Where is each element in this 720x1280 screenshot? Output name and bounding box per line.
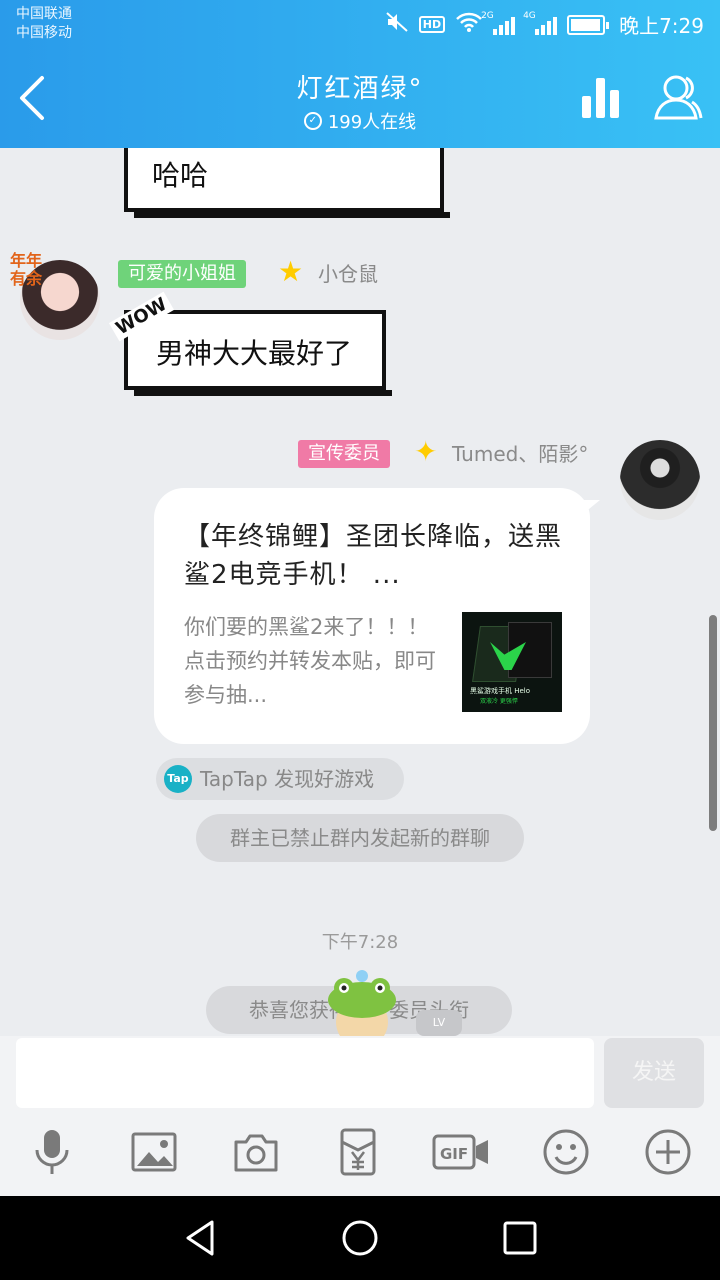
nav-back-button[interactable] <box>182 1218 222 1258</box>
system-nav-bar <box>0 1196 720 1280</box>
message-bubble-1[interactable]: 男神大大最好了 <box>124 310 392 396</box>
gif-button[interactable]: GIF <box>432 1128 490 1176</box>
nav-recents-button[interactable] <box>500 1218 540 1258</box>
status-icons: HD 2G 4G 晚上7:29 <box>385 10 704 39</box>
star-icon-2: ✦ <box>414 435 438 468</box>
scrollbar[interactable] <box>709 615 717 831</box>
input-bar: 发送 GIF <box>0 1036 720 1196</box>
shared-post-card[interactable]: 【年终锦鲤】圣团长降临，送黑鲨2电竞手机！ ... 你们要的黑鲨2来了！！！点击… <box>154 488 590 744</box>
red-packet-icon <box>340 1128 376 1176</box>
image-icon <box>131 1132 177 1172</box>
prev-message-text: 哈哈 <box>152 159 209 192</box>
microphone-icon <box>35 1130 69 1174</box>
camera-icon <box>234 1134 278 1172</box>
message-input[interactable] <box>16 1038 594 1108</box>
more-button[interactable] <box>644 1128 692 1176</box>
emoji-icon <box>543 1129 589 1175</box>
clock: 晚上7:29 <box>619 14 704 38</box>
card-source[interactable]: Tap TapTap 发现好游戏 <box>156 758 404 800</box>
system-notice: 群主已禁止群内发起新的群聊 <box>196 814 524 862</box>
chat-header: 灯红酒绿° ✓ 199人在线 <box>0 48 720 148</box>
svg-text:GIF: GIF <box>440 1145 468 1163</box>
red-packet-button[interactable] <box>334 1128 382 1176</box>
status-bar: 中国联通 中国移动 HD 2G 4G 晚上7:29 <box>0 0 720 48</box>
nav-home-button[interactable] <box>340 1218 380 1258</box>
image-button[interactable] <box>130 1128 178 1176</box>
signal-2-label: 4G <box>523 10 536 21</box>
triangle-back-icon <box>186 1220 214 1256</box>
sender-nickname[interactable]: 小仓鼠 <box>318 260 378 288</box>
mute-icon <box>385 11 409 38</box>
message-time: 下午7:28 <box>321 932 399 953</box>
circle-home-icon <box>342 1220 378 1256</box>
voice-button[interactable] <box>28 1128 76 1176</box>
frog-mascot-icon <box>322 970 402 1036</box>
chat-area[interactable]: 哈哈 年年有余 可爱的小姐姐 ★ 小仓鼠 男神大大最好了 WOW 宣传委员 ✦ … <box>0 148 720 1036</box>
bar-chart-icon <box>582 78 619 118</box>
message-text-1: 男神大大最好了 <box>156 337 353 370</box>
member-title-tag-2: 宣传委员 <box>298 440 390 468</box>
hd-icon: HD <box>418 16 446 33</box>
carrier-1: 中国联通 <box>16 6 72 22</box>
card-description: 你们要的黑鲨2来了！！！点击预约并转发本贴，即可参与抽... <box>184 615 436 707</box>
plus-icon <box>645 1129 691 1175</box>
carrier-2: 中国移动 <box>16 25 72 41</box>
wifi-icon <box>455 11 483 38</box>
signal-icon-2: 4G <box>523 11 558 35</box>
online-count-label: 199人在线 <box>327 112 417 133</box>
avatar-frame-text: 年年有余 <box>10 251 43 288</box>
gif-icon: GIF <box>432 1134 488 1170</box>
star-icon: ★ <box>278 255 304 288</box>
signal-icon-1: 2G <box>481 11 516 35</box>
card-thumbnail: 黑鲨游戏手机 Helo 双液冷 更强悍 <box>462 612 562 712</box>
thumb-title: 黑鲨游戏手机 Helo <box>470 687 531 695</box>
prev-message-bubble[interactable]: 哈哈 <box>124 148 450 218</box>
thumb-subtitle: 双液冷 更强悍 <box>480 698 518 705</box>
online-icon: ✓ <box>303 112 322 130</box>
avatar-self[interactable] <box>620 440 700 520</box>
signal-1-label: 2G <box>481 10 494 21</box>
send-button[interactable]: 发送 <box>604 1038 704 1108</box>
battery-icon <box>567 14 610 35</box>
group-members-button[interactable] <box>652 72 704 122</box>
stats-button[interactable] <box>582 76 622 120</box>
card-source-label: TapTap 发现好游戏 <box>200 767 375 791</box>
members-icon <box>654 75 703 120</box>
camera-button[interactable] <box>232 1128 280 1176</box>
level-badge: LV <box>416 1010 462 1036</box>
sender-nickname-2[interactable]: Tumed、陌影° <box>452 440 588 468</box>
square-recents-icon <box>503 1221 537 1255</box>
member-title-tag: 可爱的小姐姐 <box>118 260 246 288</box>
carrier-info: 中国联通 中国移动 <box>16 5 72 43</box>
card-title: 【年终锦鲤】圣团长降临，送黑鲨2电竞手机！ ... <box>184 522 563 590</box>
emoji-button[interactable] <box>542 1128 590 1176</box>
taptap-icon: Tap <box>164 765 192 793</box>
